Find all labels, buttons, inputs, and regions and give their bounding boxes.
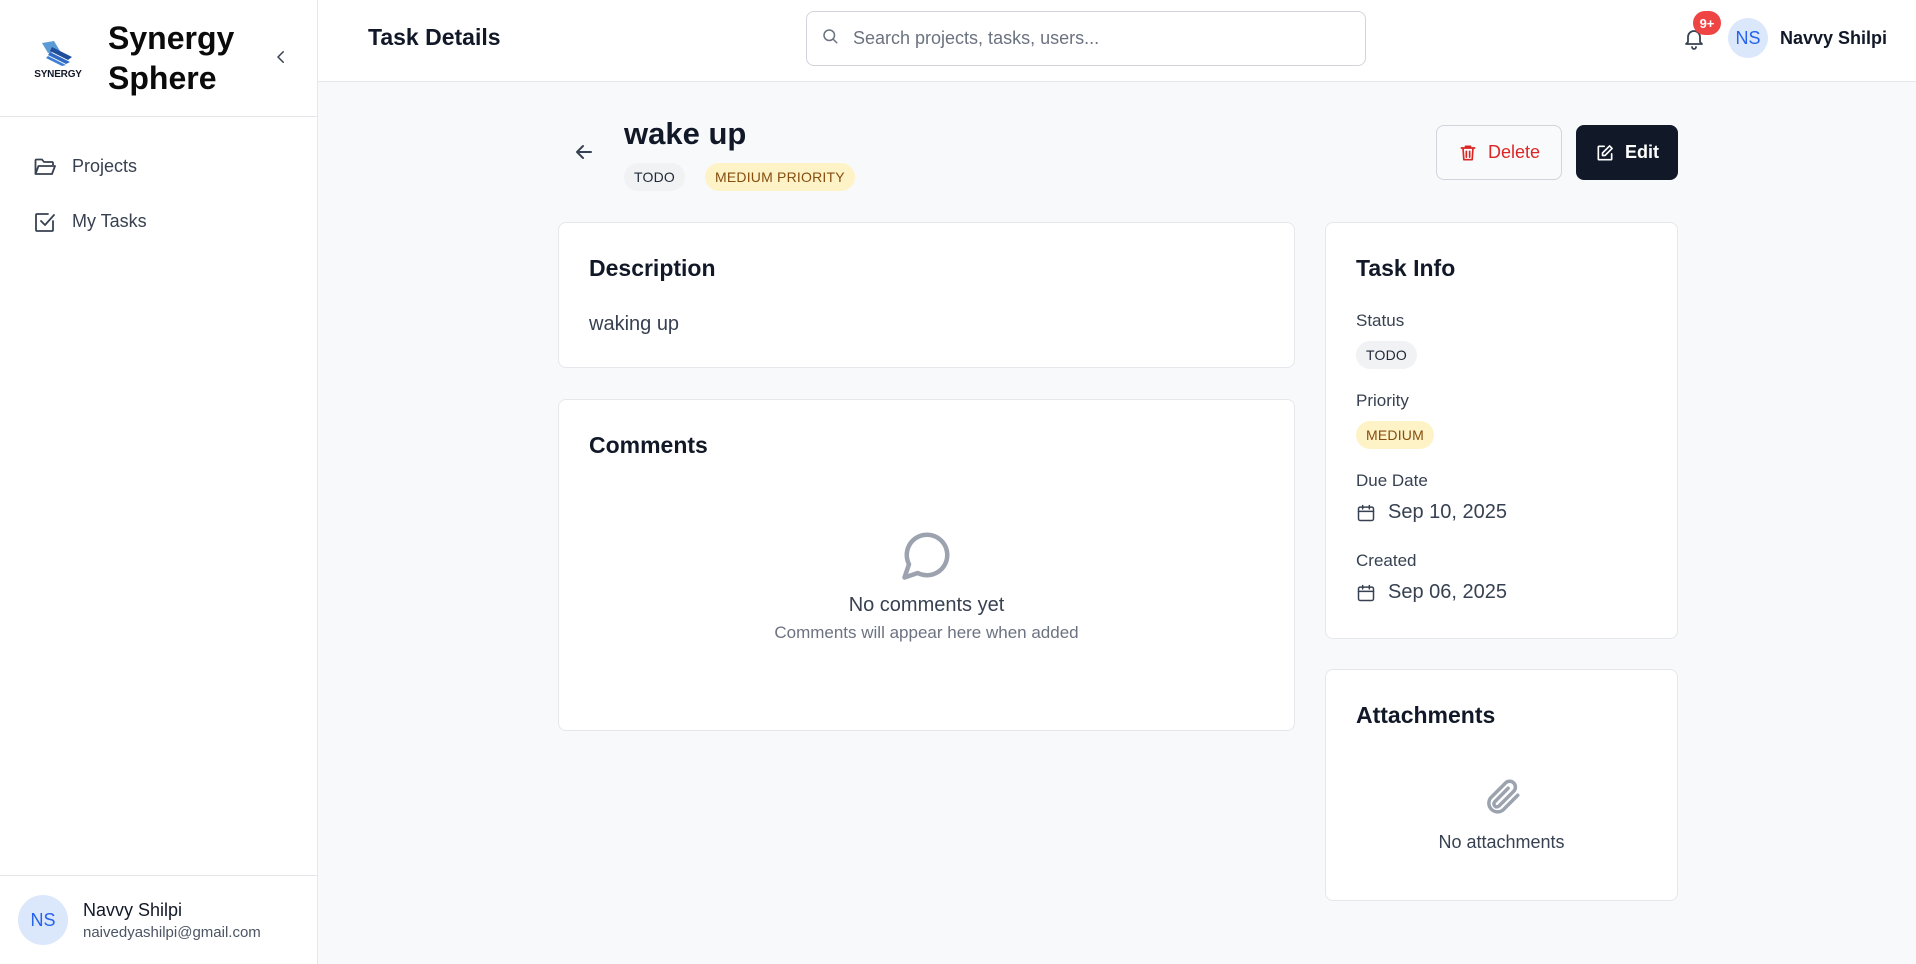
collapse-sidebar-button[interactable] — [268, 44, 294, 70]
comments-heading: Comments — [589, 432, 708, 458]
edit-icon — [1597, 144, 1613, 160]
task-info-heading: Task Info — [1356, 255, 1456, 281]
due-date-value: Sep 10, 2025 — [1388, 501, 1507, 523]
priority-label: Priority — [1356, 391, 1409, 410]
header-user-menu[interactable]: NS Navvy Shilpi — [1728, 18, 1887, 58]
status-badge: TODO — [624, 163, 685, 191]
avatar: NS — [1728, 18, 1768, 58]
sidebar-item-label: My Tasks — [72, 211, 147, 231]
brand-name-line1: Synergy — [108, 20, 235, 56]
description-heading: Description — [589, 255, 716, 281]
search-icon — [821, 27, 839, 50]
folder-icon — [32, 154, 58, 180]
brand-name: Synergy Sphere — [108, 18, 234, 98]
brand-logo: SYNERGY — [30, 30, 86, 86]
sidebar-nav: Projects My Tasks — [0, 117, 317, 249]
created-label: Created — [1356, 551, 1417, 570]
logo-text: SYNERGY — [34, 68, 82, 80]
sidebar-item-my-tasks[interactable]: My Tasks — [0, 194, 317, 249]
delete-button[interactable]: Delete — [1436, 125, 1562, 180]
status-badge: TODO — [1356, 341, 1417, 369]
comments-empty-state: No comments yet Comments will appear her… — [559, 528, 1294, 643]
notification-count-badge: 9+ — [1693, 11, 1721, 35]
search-input[interactable] — [853, 28, 1333, 49]
edit-label: Edit — [1625, 142, 1659, 162]
due-date: Sep 10, 2025 — [1356, 501, 1507, 524]
page-title: Task Details — [368, 24, 501, 50]
calendar-icon — [1357, 584, 1375, 601]
checkbox-icon — [32, 209, 58, 235]
arrow-left-icon — [576, 145, 592, 159]
attachments-card: Attachments No attachments — [1325, 669, 1678, 901]
trash-icon — [1460, 145, 1476, 160]
calendar-icon — [1357, 504, 1375, 521]
avatar: NS — [18, 895, 68, 945]
description-card: Description waking up — [558, 222, 1295, 368]
description-text: waking up — [589, 313, 680, 335]
comments-card: Comments No comments yet Comments will a… — [558, 399, 1295, 731]
empty-title: No attachments — [1438, 832, 1565, 852]
sidebar: SYNERGY Synergy Sphere Projects My Tasks… — [0, 0, 318, 964]
created-date: Sep 06, 2025 — [1356, 581, 1507, 604]
empty-subtitle: Comments will appear here when added — [774, 623, 1079, 642]
sidebar-user[interactable]: NS Navvy Shilpi naivedyashilpi@gmail.com — [0, 875, 317, 964]
priority-badge: MEDIUM — [1356, 421, 1434, 449]
header-user-name: Navvy Shilpi — [1780, 27, 1888, 48]
status-label: Status — [1356, 311, 1405, 330]
user-name: Navvy Shilpi — [83, 899, 183, 920]
attachments-heading: Attachments — [1356, 702, 1496, 728]
due-date-label: Due Date — [1356, 471, 1428, 490]
edit-button[interactable]: Edit — [1576, 125, 1678, 180]
search-box[interactable] — [806, 11, 1366, 66]
paperclip-icon — [1326, 776, 1677, 818]
top-header: Task Details 9+ NS Navvy Shilpi — [318, 0, 1916, 82]
task-title: wake up — [624, 116, 747, 151]
brand-header: SYNERGY Synergy Sphere — [0, 0, 317, 117]
attachments-empty-state: No attachments — [1326, 776, 1677, 853]
back-button[interactable] — [568, 136, 600, 168]
chevron-left-icon — [277, 51, 284, 63]
created-date-value: Sep 06, 2025 — [1388, 581, 1507, 603]
task-info-card: Task Info Status TODO Priority MEDIUM Du… — [1325, 222, 1678, 639]
brand-name-line2: Sphere — [108, 60, 217, 96]
task-title-row: wake up TODO MEDIUM PRIORITY Delete Edit — [558, 112, 1678, 192]
empty-title: No comments yet — [848, 594, 1005, 616]
user-email: naivedyashilpi@gmail.com — [83, 923, 261, 941]
delete-label: Delete — [1487, 142, 1541, 162]
priority-badge: MEDIUM PRIORITY — [705, 163, 855, 191]
sidebar-item-label: Projects — [72, 156, 138, 176]
sidebar-item-projects[interactable]: Projects — [0, 139, 317, 194]
message-circle-icon — [559, 528, 1294, 582]
